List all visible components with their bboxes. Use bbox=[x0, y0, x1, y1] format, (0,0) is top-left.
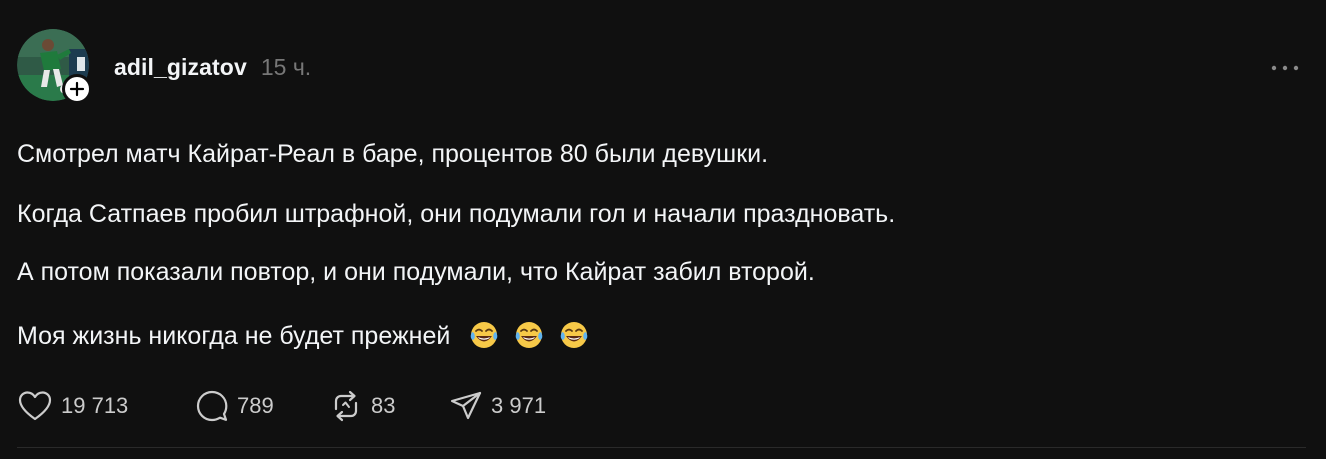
tears-of-joy-emoji-icon bbox=[515, 322, 543, 348]
like-button[interactable]: 19 713 bbox=[17, 389, 195, 423]
comment-icon bbox=[196, 390, 228, 422]
repost-button[interactable]: 83 bbox=[329, 389, 449, 423]
post-header: adil_gizatov 15 ч. bbox=[114, 54, 311, 81]
repost-count: 83 bbox=[371, 393, 396, 418]
post-last-line: Моя жизнь никогда не будет прежней bbox=[17, 320, 589, 351]
post-paragraph: А потом показали повтор, и они подумали,… bbox=[17, 258, 815, 286]
share-button[interactable]: 3 971 bbox=[449, 389, 546, 423]
repost-icon bbox=[334, 390, 358, 422]
post-paragraph: Смотрел матч Кайрат-Реал в баре, процент… bbox=[17, 140, 769, 168]
post-actions-bar: 19 713 789 83 3 971 bbox=[17, 388, 546, 424]
thread-post: adil_gizatov 15 ч. Смотрел матч Кайрат-Р… bbox=[0, 0, 1326, 459]
username-link[interactable]: adil_gizatov bbox=[114, 54, 247, 81]
comment-count: 789 bbox=[237, 393, 274, 418]
plus-icon bbox=[69, 81, 85, 97]
post-paragraph: Моя жизнь никогда не будет прежней bbox=[17, 322, 451, 350]
avatar-container[interactable] bbox=[17, 29, 92, 104]
post-paragraph: Когда Сатпаев пробил штрафной, они подум… bbox=[17, 200, 896, 228]
comment-button[interactable]: 789 bbox=[195, 389, 329, 423]
post-timestamp[interactable]: 15 ч. bbox=[261, 54, 311, 81]
follow-button[interactable] bbox=[62, 74, 92, 104]
tears-of-joy-emoji-icon bbox=[471, 322, 498, 348]
like-count: 19 713 bbox=[61, 393, 129, 418]
more-horizontal-icon bbox=[1271, 65, 1299, 71]
post-divider bbox=[17, 447, 1306, 448]
more-options-button[interactable] bbox=[1268, 58, 1302, 78]
share-count: 3 971 bbox=[491, 393, 547, 418]
share-icon bbox=[450, 391, 482, 420]
tears-of-joy-emoji-icon bbox=[560, 322, 588, 348]
heart-icon bbox=[18, 391, 52, 421]
